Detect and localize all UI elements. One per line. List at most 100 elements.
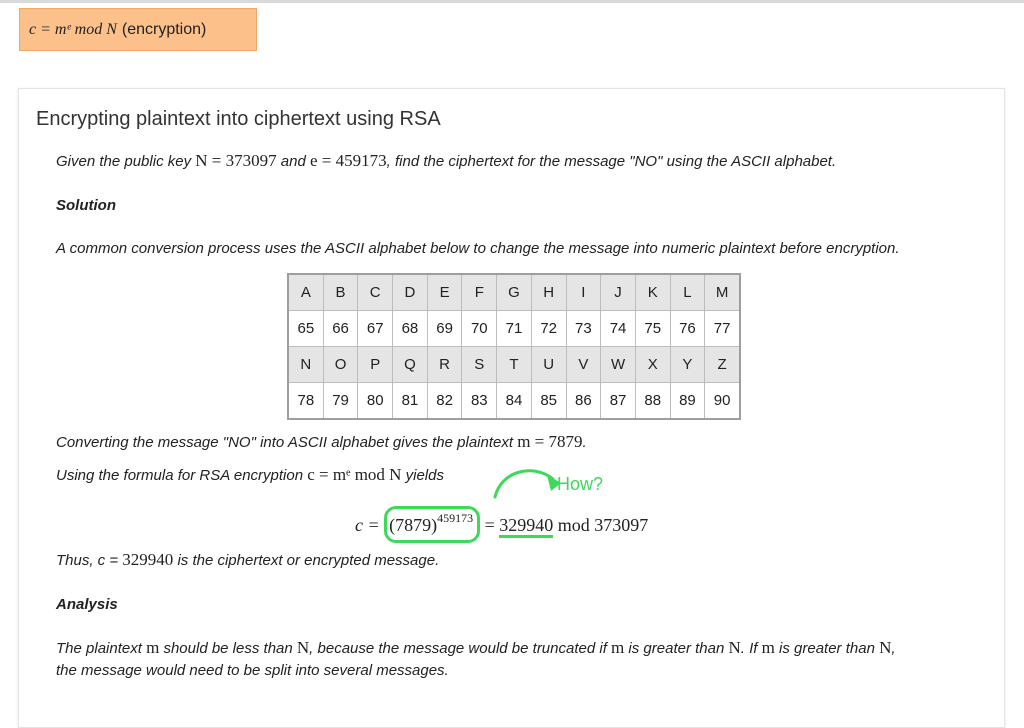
analysis-text-d: is greater than: [624, 640, 729, 657]
letter-cell: U: [530, 346, 567, 383]
solution-heading: Solution: [56, 197, 116, 214]
code-cell: 72: [530, 310, 567, 347]
how-annotation: How?: [557, 474, 604, 494]
table-row: 78 79 80 81 82 83 84 85 86 87 88 89 90: [287, 382, 741, 420]
letter-cell: F: [461, 273, 498, 311]
code-cell: 66: [322, 310, 359, 347]
analysis-heading: Analysis: [56, 596, 118, 613]
equation-equals: =: [480, 515, 500, 535]
formula-tag-label: (encryption): [121, 20, 207, 38]
code-cell: 82: [426, 382, 463, 420]
letter-cell: A: [287, 273, 324, 311]
letter-cell: K: [634, 273, 671, 311]
code-cell: 89: [669, 382, 706, 420]
letter-cell: J: [600, 273, 636, 311]
analysis-n2: N: [728, 638, 741, 657]
solution-card: Encrypting plaintext into ciphertext usi…: [18, 88, 1005, 728]
n-symbol: N: [195, 151, 208, 170]
table-row: NOPQRSTUVWXYZ: [287, 346, 741, 383]
letter-cell: O: [322, 346, 359, 383]
equation-exponent: 459173: [437, 511, 474, 525]
card-title: Encrypting plaintext into ciphertext usi…: [36, 108, 441, 130]
m-symbol: m: [517, 432, 531, 451]
letter-cell: L: [669, 273, 706, 311]
analysis-text-a: The plaintext: [56, 640, 147, 657]
e-value: = 459173: [317, 151, 387, 170]
code-cell: 78: [287, 382, 324, 420]
analysis-n3: N: [879, 638, 892, 657]
analysis-m1: m: [146, 638, 160, 657]
analysis-text-f: is greater than: [774, 640, 880, 657]
letter-cell: P: [357, 346, 394, 383]
code-cell: 86: [565, 382, 602, 420]
converting-prefix: Converting the message "NO" into ASCII a…: [56, 434, 518, 451]
code-cell: 71: [496, 310, 532, 347]
equation-result: 329940: [499, 515, 554, 538]
converting-suffix: .: [582, 434, 587, 451]
letter-cell: Y: [669, 346, 706, 383]
equation-lhs: c =: [355, 515, 385, 535]
letter-cell: T: [496, 346, 532, 383]
code-cell: 70: [461, 310, 498, 347]
code-cell: 90: [704, 382, 741, 420]
formula-tag: c = mᵉ mod N (encryption): [19, 8, 257, 51]
using-suffix: yields: [401, 467, 444, 484]
analysis-m3: m: [761, 638, 775, 657]
code-cell: 75: [634, 310, 671, 347]
equation-base: (7879): [389, 515, 438, 535]
code-cell: 73: [565, 310, 602, 347]
letter-cell: W: [600, 346, 636, 383]
code-cell: 80: [357, 382, 394, 420]
letter-cell: H: [530, 273, 567, 311]
letter-cell: C: [357, 273, 394, 311]
letter-cell: V: [565, 346, 602, 383]
using-formula-math: c = mᵉ mod N: [307, 465, 402, 484]
curved-arrow-icon: [493, 469, 561, 499]
code-cell: 81: [392, 382, 428, 420]
thus-text: Thus, c = 329940 is the ciphertext or en…: [56, 550, 439, 570]
table-row: 65 66 67 68 69 70 71 72 73 74 75 76 77: [287, 310, 741, 347]
using-prefix: Using the formula for RSA encryption: [56, 467, 308, 484]
circled-power: (7879)459173: [384, 506, 481, 543]
code-cell: 79: [322, 382, 359, 420]
code-cell: 85: [530, 382, 567, 420]
code-cell: 74: [600, 310, 636, 347]
letter-cell: N: [287, 346, 324, 383]
ciphertext-value: 329940: [122, 550, 174, 569]
analysis-text-b: should be less than: [159, 640, 297, 657]
letter-cell: I: [565, 273, 602, 311]
e-symbol: e: [310, 151, 318, 170]
letter-cell: X: [634, 346, 671, 383]
thus-prefix: Thus, c =: [56, 552, 123, 569]
conversion-text: A common conversion process uses the ASC…: [56, 240, 900, 257]
analysis-n1: N: [296, 638, 310, 657]
code-cell: 77: [704, 310, 741, 347]
letter-cell: R: [426, 346, 463, 383]
analysis-m2: m: [611, 638, 625, 657]
code-cell: 68: [392, 310, 428, 347]
converting-text: Converting the message "NO" into ASCII a…: [56, 432, 587, 452]
table-row: ABCDEFGHIJKLM: [287, 273, 741, 311]
ascii-table: A B C D E F G H I J K L M 65 66 67 68 69 70 71 72 73 74 75 76 77 N…: [287, 273, 741, 420]
analysis-line-1: The plaintext m should be less than N, b…: [56, 638, 896, 658]
plaintext-value: = 7879: [530, 432, 583, 451]
code-cell: 83: [461, 382, 498, 420]
n-value: = 373097: [207, 151, 277, 170]
code-cell: 69: [426, 310, 463, 347]
problem-statement: Given the public key N = 373097 and e = …: [56, 151, 836, 171]
problem-mid: and: [276, 153, 310, 170]
top-divider: [0, 0, 1024, 3]
using-formula-text: Using the formula for RSA encryption c =…: [56, 465, 444, 485]
equation-mod: mod 373097: [553, 515, 649, 535]
formula-tag-math: c = mᵉ mod N: [29, 20, 117, 38]
thus-suffix: is the ciphertext or encrypted message.: [173, 552, 440, 569]
code-cell: 88: [634, 382, 671, 420]
problem-prefix: Given the public key: [56, 153, 196, 170]
letter-cell: Z: [704, 346, 741, 383]
analysis-text-e: . If: [740, 640, 762, 657]
analysis-text-g: ,: [891, 640, 896, 657]
problem-suffix: , find the ciphertext for the message "N…: [386, 153, 837, 170]
letter-cell: M: [704, 273, 741, 311]
letter-cell: E: [426, 273, 463, 311]
letter-cell: S: [461, 346, 498, 383]
